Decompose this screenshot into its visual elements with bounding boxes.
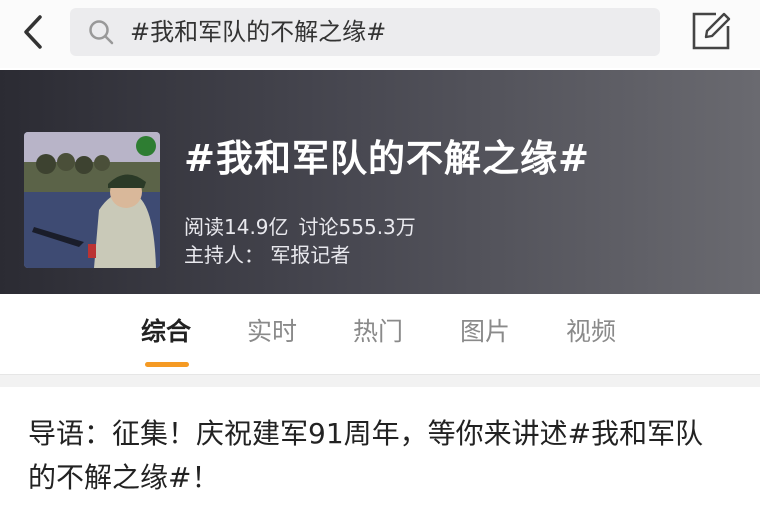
tab-comprehensive[interactable]: 综合: [141, 316, 191, 348]
active-tab-indicator: [145, 362, 189, 367]
discussion-count: 讨论555.3万: [298, 215, 416, 239]
soldier-image: [24, 132, 160, 268]
tab-hot[interactable]: 热门: [353, 316, 403, 348]
search-query[interactable]: #我和军队的不解之缘#: [130, 17, 386, 47]
search-box[interactable]: #我和军队的不解之缘#: [70, 8, 660, 56]
section-divider: [0, 375, 760, 387]
topic-banner: #我和军队的不解之缘# 阅读14.9亿 讨论555.3万 主持人： 军报记者: [0, 70, 760, 294]
top-bar: #我和军队的不解之缘#: [0, 0, 760, 68]
tab-realtime[interactable]: 实时: [247, 316, 297, 348]
compose-icon: [692, 12, 731, 50]
search-icon: [89, 20, 114, 45]
topic-intro: 导语：征集！庆祝建军91周年，等你来讲述#我和军队的不解之缘#！: [28, 417, 704, 494]
topic-thumbnail[interactable]: [24, 132, 160, 268]
read-count: 阅读14.9亿: [184, 215, 289, 239]
compose-button[interactable]: [690, 10, 732, 52]
tab-images[interactable]: 图片: [460, 316, 510, 348]
topic-host[interactable]: 主持人： 军报记者: [184, 242, 350, 268]
tab-bar: 综合 实时 热门 图片 视频: [0, 294, 760, 375]
back-arrow-icon: [24, 15, 42, 49]
topic-stats: 阅读14.9亿 讨论555.3万: [184, 214, 426, 240]
back-button[interactable]: [18, 14, 52, 50]
tab-videos[interactable]: 视频: [566, 316, 616, 348]
topic-title: #我和军队的不解之缘#: [184, 137, 591, 180]
